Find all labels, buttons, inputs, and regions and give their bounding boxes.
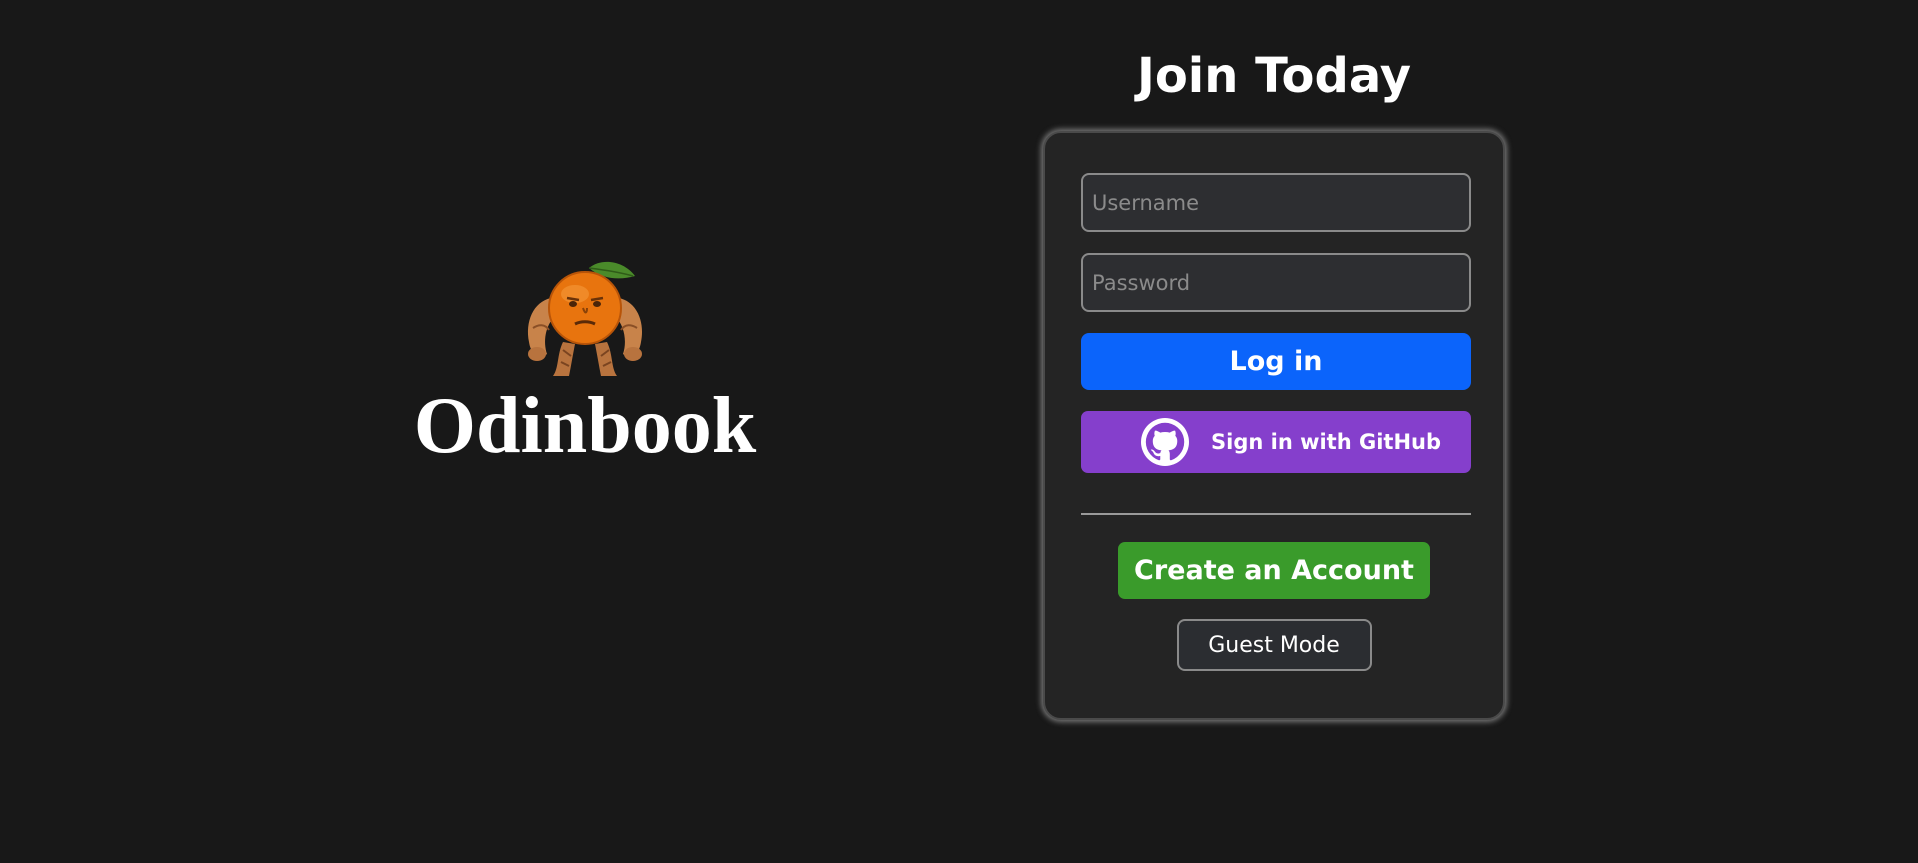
github-signin-button[interactable]: Sign in with GitHub	[1081, 411, 1471, 473]
login-page: Odinbook Join Today Log in Sign in with …	[0, 0, 1918, 863]
brand-title: Odinbook	[413, 382, 757, 470]
divider	[1081, 513, 1471, 515]
password-input[interactable]	[1081, 253, 1471, 312]
auth-heading: Join Today	[1136, 48, 1412, 104]
login-card: Log in Sign in with GitHub Create an Acc…	[1043, 131, 1505, 720]
login-button-label: Log in	[1229, 346, 1323, 377]
github-icon	[1141, 418, 1189, 466]
muscular-orange-logo	[527, 261, 643, 376]
username-input[interactable]	[1081, 173, 1471, 232]
create-account-button[interactable]: Create an Account	[1118, 542, 1430, 599]
login-button[interactable]: Log in	[1081, 333, 1471, 390]
guest-mode-button[interactable]: Guest Mode	[1176, 619, 1372, 671]
brand-section: Odinbook	[380, 258, 790, 466]
create-account-label: Create an Account	[1134, 555, 1414, 586]
github-button-label: Sign in with GitHub	[1211, 430, 1442, 454]
guest-mode-label: Guest Mode	[1208, 632, 1340, 658]
